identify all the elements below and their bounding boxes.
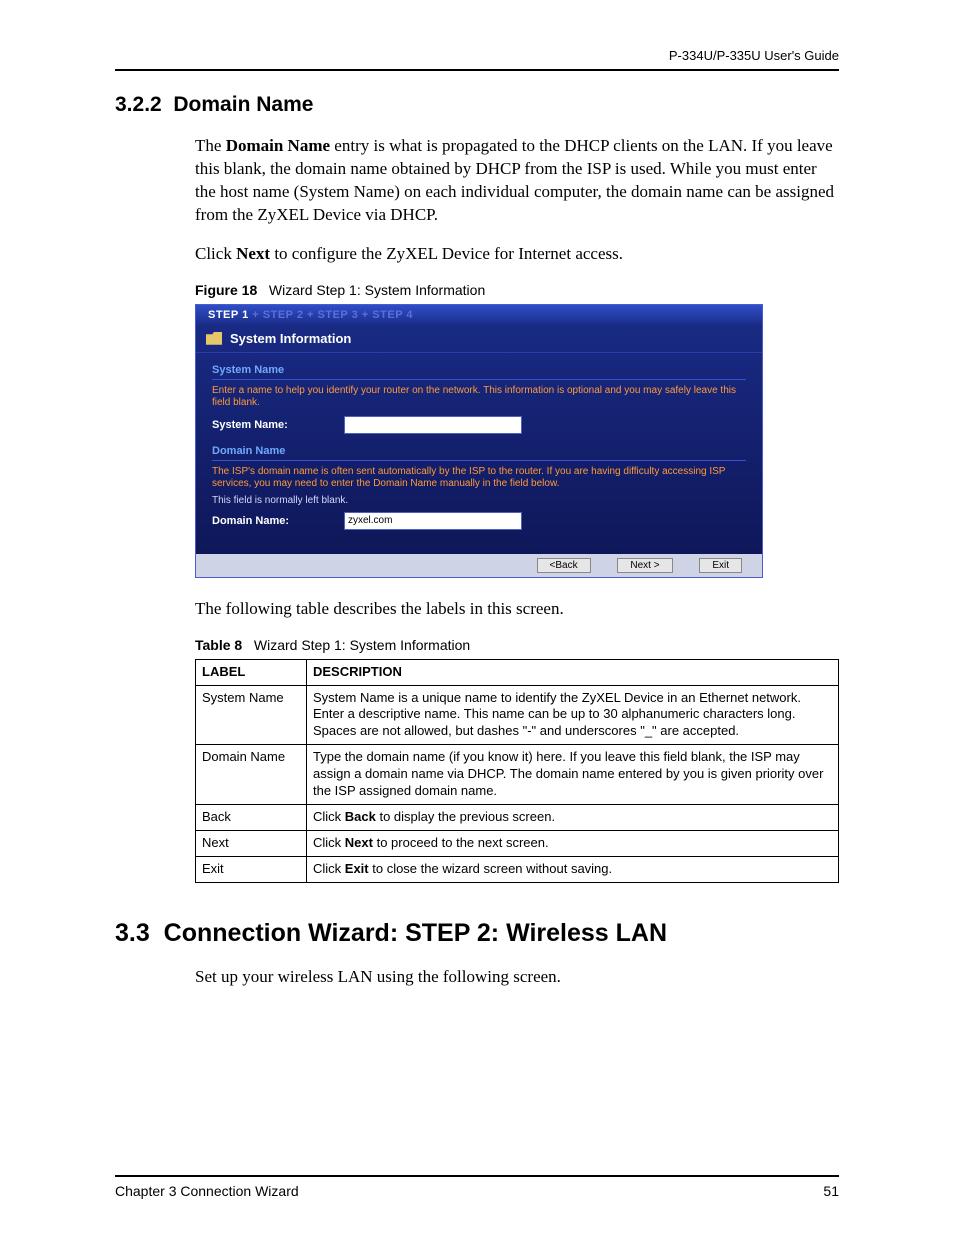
sysname-heading: System Name <box>212 361 746 380</box>
section-3-2-2-heading: 3.2.2 Domain Name <box>115 93 839 117</box>
header-rule <box>115 69 839 71</box>
table-row: Back Click Back to display the previous … <box>196 804 839 830</box>
table-row: Exit Click Exit to close the wizard scre… <box>196 856 839 882</box>
folder-icon <box>206 332 222 345</box>
domain-label: Domain Name: <box>212 515 344 527</box>
para-3-3: Set up your wireless LAN using the follo… <box>195 966 839 989</box>
back-button[interactable]: <Back <box>537 558 591 573</box>
sysname-label: System Name: <box>212 419 344 431</box>
footer-chapter: Chapter 3 Connection Wizard <box>115 1183 299 1199</box>
th-desc: DESCRIPTION <box>307 659 839 685</box>
step-4: STEP 4 <box>372 309 413 321</box>
para-domain-2: Click Next to configure the ZyXEL Device… <box>195 243 839 266</box>
domain-note: This field is normally left blank. <box>212 495 746 510</box>
wizard-steps: STEP 1 + STEP 2 + STEP 3 + STEP 4 <box>196 305 762 325</box>
step-2: STEP 2 <box>263 309 304 321</box>
sysname-input[interactable] <box>344 416 522 434</box>
footer-page-number: 51 <box>823 1183 839 1199</box>
step-1: STEP 1 <box>208 309 249 321</box>
wizard-title-bar: System Information <box>196 325 762 353</box>
section-number: 3.2.2 <box>115 93 162 116</box>
description-table: LABEL DESCRIPTION System Name System Nam… <box>195 659 839 883</box>
after-figure-text: The following table describes the labels… <box>195 598 839 621</box>
sysname-help: Enter a name to help you identify your r… <box>212 383 746 414</box>
section-title: Domain Name <box>173 93 313 116</box>
domain-help: The ISP's domain name is often sent auto… <box>212 464 746 495</box>
table-row: System Name System Name is a unique name… <box>196 685 839 745</box>
th-label: LABEL <box>196 659 307 685</box>
wizard-panel: STEP 1 + STEP 2 + STEP 3 + STEP 4 System… <box>195 304 763 578</box>
figure-caption: Figure 18 Wizard Step 1: System Informat… <box>195 282 839 298</box>
domain-input[interactable] <box>344 512 522 530</box>
next-button[interactable]: Next > <box>617 558 672 573</box>
step-3: STEP 3 <box>318 309 359 321</box>
section-title: Connection Wizard: STEP 2: Wireless LAN <box>164 919 667 947</box>
table-row: Domain Name Type the domain name (if you… <box>196 745 839 805</box>
wizard-title-text: System Information <box>230 331 351 346</box>
domain-heading: Domain Name <box>212 442 746 461</box>
para-domain-1: The Domain Name entry is what is propaga… <box>195 135 839 227</box>
table-row: Next Click Next to proceed to the next s… <box>196 830 839 856</box>
section-number: 3.3 <box>115 919 150 947</box>
exit-button[interactable]: Exit <box>699 558 742 573</box>
page-footer: Chapter 3 Connection Wizard 51 <box>115 1175 839 1199</box>
running-header: P-334U/P-335U User's Guide <box>115 48 839 63</box>
section-3-3-heading: 3.3 Connection Wizard: STEP 2: Wireless … <box>115 919 839 948</box>
wizard-button-bar: <Back Next > Exit <box>196 554 762 577</box>
table-header-row: LABEL DESCRIPTION <box>196 659 839 685</box>
table-caption: Table 8 Wizard Step 1: System Informatio… <box>195 637 839 653</box>
